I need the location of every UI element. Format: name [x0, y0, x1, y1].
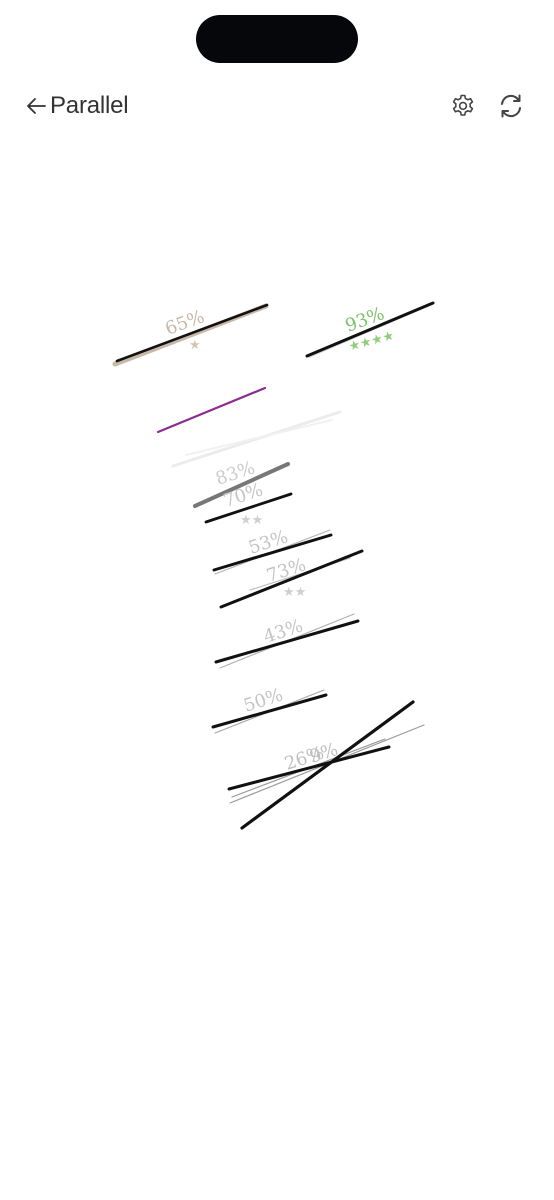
star-rating: ★ [189, 338, 201, 353]
drawn-stroke [156, 386, 267, 434]
faded-stroke [185, 419, 333, 456]
drawn-stroke [240, 700, 415, 830]
star-rating: ★★ [283, 585, 306, 600]
puzzle-board: 65% ★ 93% ★★★★ 83% 70% ★★ 53% 73% ★★ 43%… [112, 301, 435, 830]
score-label: 9% [307, 739, 341, 768]
star-rating: ★★ [240, 513, 263, 528]
